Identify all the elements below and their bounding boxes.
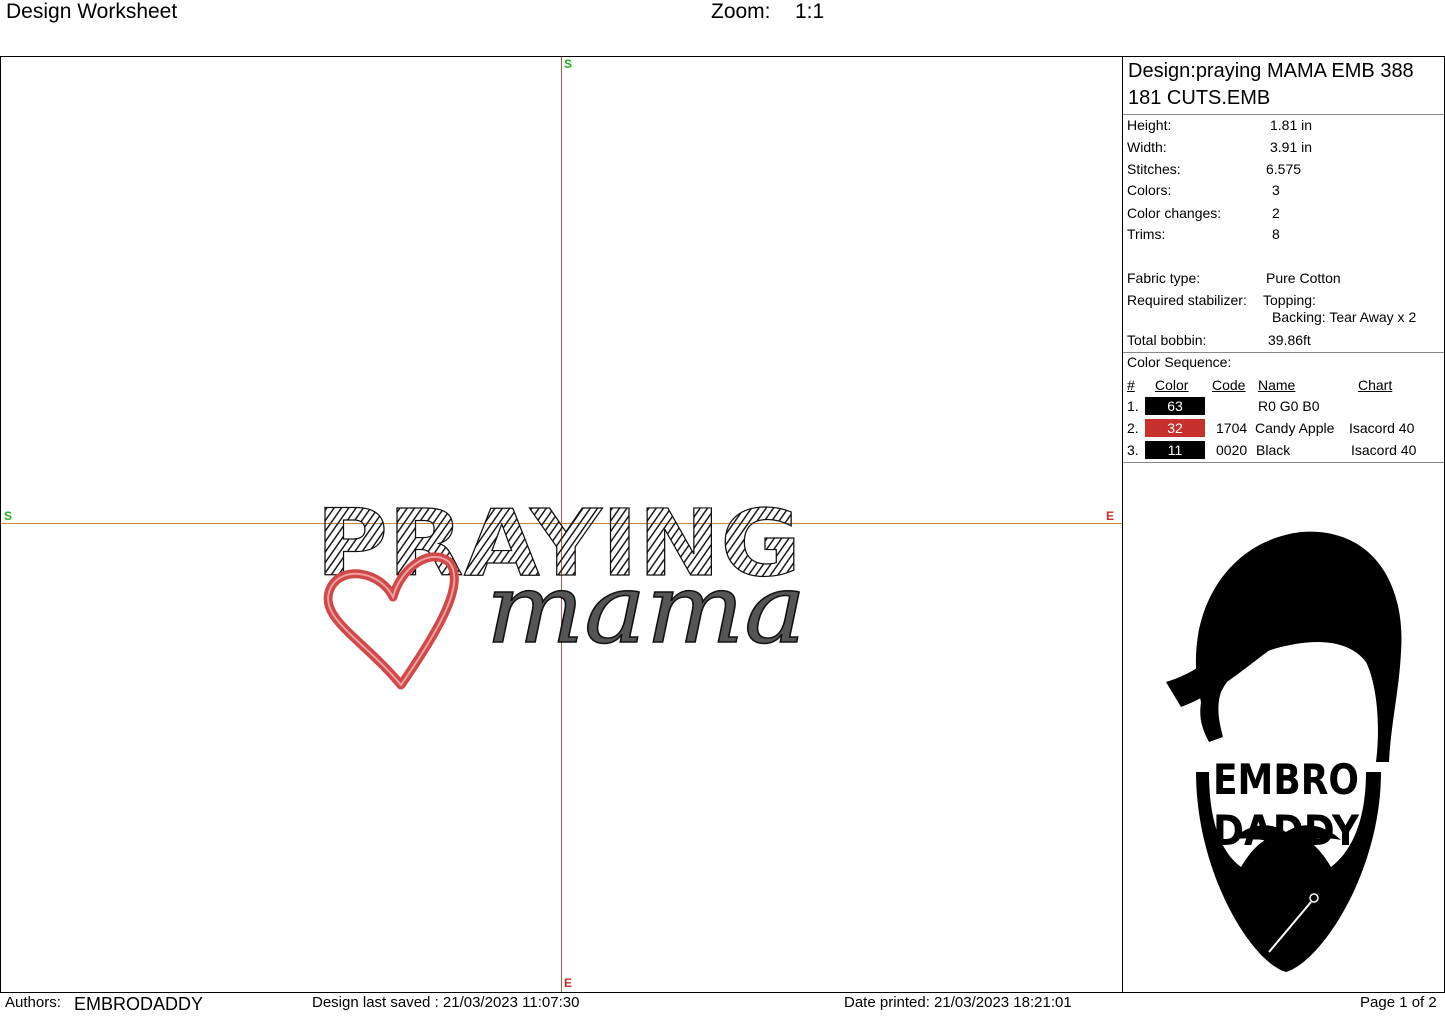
color-changes-value: 2 bbox=[1272, 205, 1280, 221]
zoom-label: Zoom: bbox=[711, 0, 771, 23]
authors-label: Authors: bbox=[5, 994, 61, 1011]
width-label: Width: bbox=[1127, 139, 1167, 155]
sequence-num: 1. bbox=[1127, 398, 1139, 414]
worksheet-frame: S S E E PRAYING mama Design:praying MAMA… bbox=[0, 56, 1445, 993]
start-marker-left: S bbox=[4, 509, 13, 523]
bobbin-label: Total bobbin: bbox=[1127, 332, 1207, 348]
zoom-value: 1:1 bbox=[795, 0, 825, 23]
hair-shape bbox=[1195, 531, 1402, 762]
column-header-num: # bbox=[1127, 377, 1135, 393]
stitches-label: Stitches: bbox=[1127, 161, 1181, 177]
color-sequence-title: Color Sequence: bbox=[1127, 354, 1232, 370]
start-marker-top: S bbox=[564, 57, 573, 71]
color-swatch: 11 bbox=[1145, 441, 1205, 459]
date-printed: Date printed: 21/03/2023 18:21:01 bbox=[844, 994, 1072, 1011]
logo-line-2: DADDY bbox=[1213, 806, 1360, 855]
thread-name: Black bbox=[1256, 442, 1291, 458]
thread-chart: Isacord 40 bbox=[1351, 442, 1417, 458]
backing-value: Backing: Tear Away x 2 bbox=[1272, 309, 1417, 325]
embrodaddy-logo: EMBRO DADDY bbox=[1166, 531, 1402, 972]
design-name: Design:praying MAMA EMB 388 181 CUTS.EMB bbox=[1128, 60, 1414, 109]
colors-value: 3 bbox=[1272, 182, 1280, 198]
page-number: Page 1 of 2 bbox=[1360, 994, 1437, 1011]
stitches-value: 6.575 bbox=[1266, 161, 1302, 177]
height-label: Height: bbox=[1127, 117, 1172, 133]
end-marker-bottom: E bbox=[564, 976, 573, 990]
logo-line-1: EMBRO bbox=[1213, 755, 1359, 804]
width-value: 3.91 in bbox=[1270, 139, 1313, 155]
worksheet-title: Design Worksheet bbox=[6, 0, 178, 23]
thread-code: 1704 bbox=[1216, 420, 1248, 436]
sequence-num: 3. bbox=[1127, 442, 1139, 458]
authors-value: EMBRODADDY bbox=[74, 994, 204, 1014]
trims-value: 8 bbox=[1272, 226, 1280, 242]
end-marker-right: E bbox=[1106, 509, 1115, 523]
column-header-name: Name bbox=[1258, 377, 1296, 393]
divider bbox=[1123, 114, 1444, 115]
bobbin-value: 39.86ft bbox=[1268, 332, 1311, 348]
fabric-value: Pure Cotton bbox=[1266, 270, 1341, 286]
sequence-num: 2. bbox=[1127, 420, 1139, 436]
thread-name: Candy Apple bbox=[1255, 420, 1335, 436]
fabric-label: Fabric type: bbox=[1127, 270, 1201, 286]
color-changes-label: Color changes: bbox=[1127, 205, 1222, 221]
thread-name: R0 G0 B0 bbox=[1258, 398, 1320, 414]
color-swatch: 63 bbox=[1145, 397, 1205, 415]
height-value: 1.81 in bbox=[1270, 117, 1313, 133]
last-saved: Design last saved : 21/03/2023 11:07:30 bbox=[312, 994, 580, 1011]
divider bbox=[1123, 462, 1444, 463]
stabilizer-label: Required stabilizer: bbox=[1127, 292, 1247, 308]
thread-chart: Isacord 40 bbox=[1349, 420, 1415, 436]
topping-value: Topping: bbox=[1263, 292, 1316, 308]
design-info-panel: Design:praying MAMA EMB 388 181 CUTS.EMB… bbox=[1123, 57, 1444, 992]
design-canvas: S S E E PRAYING mama bbox=[1, 57, 1123, 992]
colors-label: Colors: bbox=[1127, 182, 1172, 198]
embroidery-design-preview: PRAYING mama bbox=[315, 489, 807, 690]
column-header-chart: Chart bbox=[1358, 377, 1393, 393]
color-swatch: 32 bbox=[1145, 419, 1205, 437]
column-header-color: Color bbox=[1155, 377, 1189, 393]
divider bbox=[1123, 352, 1444, 353]
trims-label: Trims: bbox=[1127, 226, 1166, 242]
mama-stitched-text: mama bbox=[486, 553, 806, 665]
column-header-code: Code bbox=[1212, 377, 1246, 393]
thread-code: 0020 bbox=[1216, 442, 1248, 458]
